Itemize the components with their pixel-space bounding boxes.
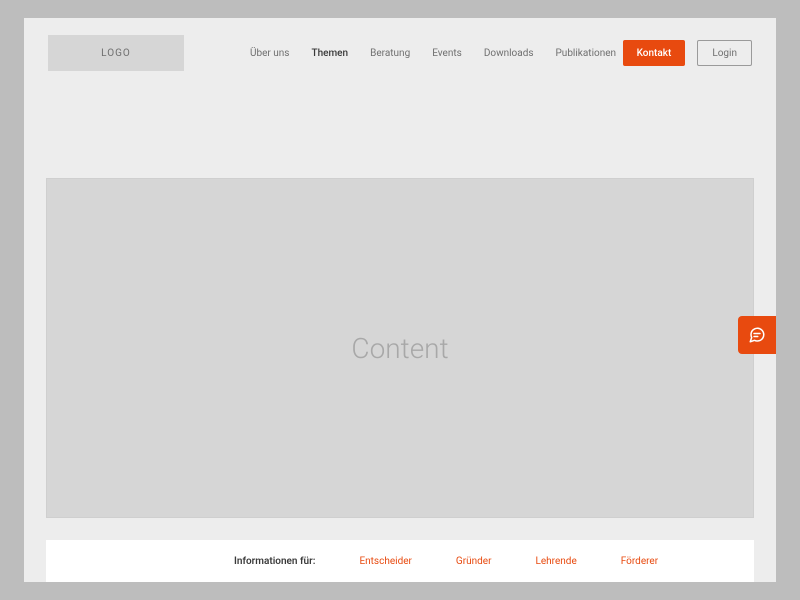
chat-tab-button[interactable]	[738, 316, 776, 354]
nav-item-themen[interactable]: Themen	[311, 48, 348, 59]
nav-item-downloads[interactable]: Downloads	[484, 48, 534, 59]
logo-text: LOGO	[101, 48, 131, 59]
audience-info-bar: Informationen für: Entscheider Gründer L…	[46, 540, 754, 582]
contact-button[interactable]: Kontakt	[623, 40, 686, 66]
chat-icon	[748, 326, 766, 344]
nav-item-events[interactable]: Events	[432, 48, 462, 59]
content-placeholder-label: Content	[351, 332, 448, 365]
info-link-lehrende[interactable]: Lehrende	[535, 556, 576, 567]
nav-item-publikationen[interactable]: Publikationen	[556, 48, 617, 59]
page-wireframe: LOGO Über uns Themen Beratung Events Dow…	[24, 18, 776, 582]
login-button[interactable]: Login	[697, 40, 752, 66]
top-header: LOGO Über uns Themen Beratung Events Dow…	[24, 18, 776, 88]
content-placeholder-region: Content	[46, 178, 754, 518]
primary-nav: Über uns Themen Beratung Events Download…	[250, 48, 616, 59]
header-actions: Kontakt Login	[623, 40, 752, 66]
info-link-entscheider[interactable]: Entscheider	[359, 556, 411, 567]
info-bar-label: Informationen für:	[234, 556, 315, 567]
nav-item-beratung[interactable]: Beratung	[370, 48, 410, 59]
info-link-gruender[interactable]: Gründer	[456, 556, 492, 567]
info-link-foerderer[interactable]: Förderer	[621, 556, 658, 567]
nav-item-ueber-uns[interactable]: Über uns	[250, 48, 289, 59]
logo[interactable]: LOGO	[48, 35, 184, 71]
